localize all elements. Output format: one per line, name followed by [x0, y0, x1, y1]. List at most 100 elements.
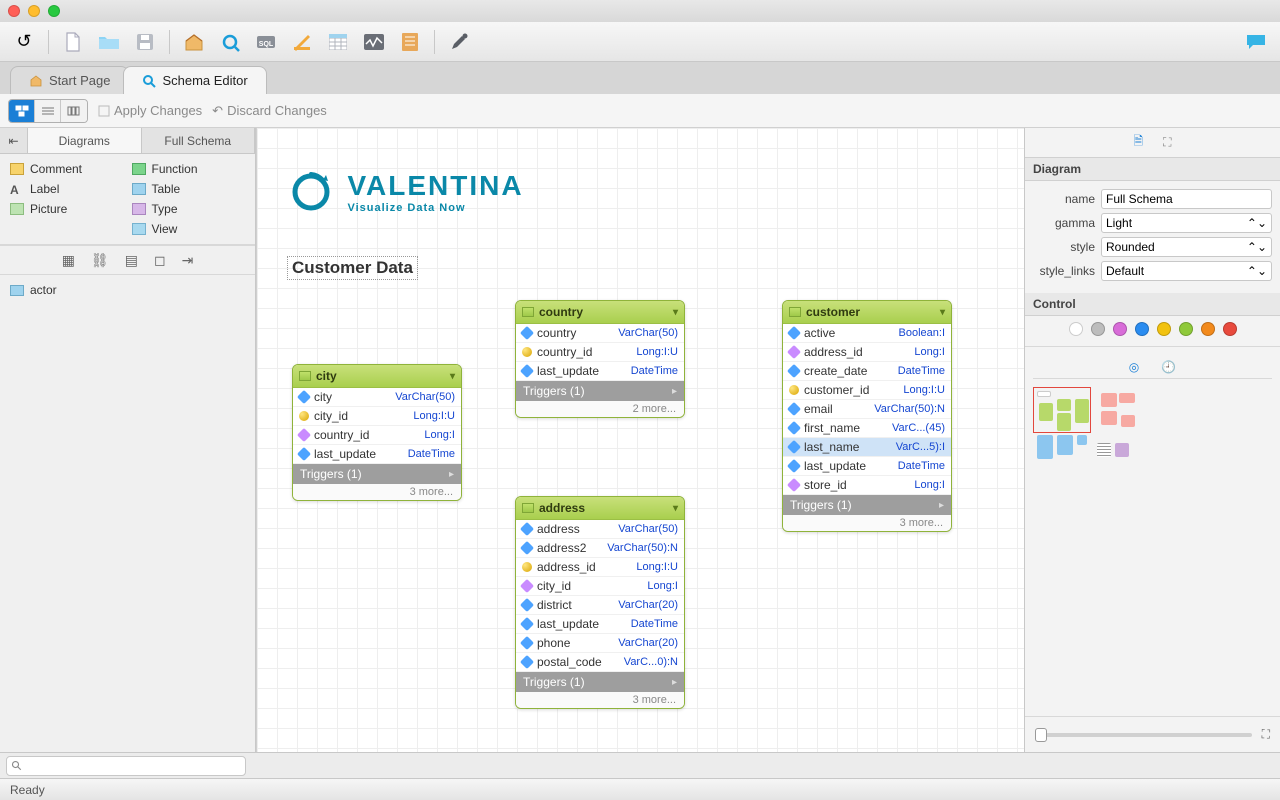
palette-type[interactable]: Type — [132, 202, 246, 216]
color-swatch[interactable] — [1069, 322, 1083, 336]
diagram-canvas[interactable]: VALENTINA Visualize Data Now Customer Da… — [256, 128, 1024, 752]
new-file-button[interactable] — [57, 26, 89, 58]
save-button[interactable] — [129, 26, 161, 58]
color-swatch[interactable] — [1113, 322, 1127, 336]
field-row[interactable]: last_updateDateTime — [516, 615, 684, 634]
tab-schema-editor[interactable]: Schema Editor — [123, 66, 266, 94]
grid-icon[interactable]: ▦ — [62, 252, 75, 269]
more-row[interactable]: 2 more... — [516, 401, 684, 417]
field-row[interactable]: countryVarChar(50) — [516, 324, 684, 343]
zoom-slider[interactable]: ⛶ — [1025, 716, 1280, 752]
view-column-icon[interactable] — [61, 100, 87, 122]
stylelinks-select[interactable]: Default⌃⌄ — [1101, 261, 1272, 281]
field-row[interactable]: customer_idLong:I:U — [783, 381, 951, 400]
inspector-tab-page-icon[interactable]: 🗎 — [1133, 132, 1143, 153]
field-row[interactable]: addressVarChar(50) — [516, 520, 684, 539]
field-row[interactable]: last_updateDateTime — [293, 445, 461, 464]
link-icon[interactable]: ⛓ — [91, 252, 109, 269]
inspector-tab-structure-icon[interactable]: ⛶ — [1163, 135, 1171, 150]
sql-button[interactable]: SQL — [250, 26, 282, 58]
color-swatch[interactable] — [1179, 322, 1193, 336]
entity-city[interactable]: city cityVarChar(50)city_idLong:I:Ucount… — [292, 364, 462, 501]
more-row[interactable]: 3 more... — [293, 484, 461, 500]
color-swatch[interactable] — [1201, 322, 1215, 336]
view-diagram-icon[interactable] — [9, 100, 35, 122]
color-swatch[interactable] — [1223, 322, 1237, 336]
field-row[interactable]: last_nameVarC...5):I — [783, 438, 951, 457]
minimap-target-icon[interactable]: ◎ — [1129, 360, 1139, 374]
open-button[interactable] — [93, 26, 125, 58]
entity-customer[interactable]: customer activeBoolean:Iaddress_idLong:I… — [782, 300, 952, 532]
color-swatch[interactable] — [1135, 322, 1149, 336]
color-swatch[interactable] — [1157, 322, 1171, 336]
minimap-canvas[interactable] — [1033, 387, 1272, 487]
close-window-icon[interactable] — [8, 5, 20, 17]
chat-button[interactable] — [1240, 26, 1272, 58]
section-label[interactable]: Customer Data — [287, 256, 418, 280]
field-row[interactable]: postal_codeVarC...0):N — [516, 653, 684, 672]
more-row[interactable]: 3 more... — [783, 515, 951, 531]
home-button[interactable] — [178, 26, 210, 58]
discard-changes-button[interactable]: ↶ Discard Changes — [212, 103, 327, 119]
palette-table[interactable]: Table — [132, 182, 246, 196]
field-row[interactable]: last_updateDateTime — [783, 457, 951, 476]
entity-country[interactable]: country countryVarChar(50)country_idLong… — [515, 300, 685, 418]
left-tab-fullschema[interactable]: Full Schema — [142, 128, 256, 153]
tree-item-actor[interactable]: actor — [10, 281, 245, 299]
field-row[interactable]: cityVarChar(50) — [293, 388, 461, 407]
left-tab-diagrams[interactable]: Diagrams — [28, 128, 142, 153]
apply-changes-button[interactable]: Apply Changes — [98, 103, 202, 118]
style-select[interactable]: Rounded⌃⌄ — [1101, 237, 1272, 257]
more-row[interactable]: 3 more... — [516, 692, 684, 708]
triggers-row[interactable]: Triggers (1) — [293, 464, 461, 484]
field-row[interactable]: country_idLong:I — [293, 426, 461, 445]
zoom-window-icon[interactable] — [48, 5, 60, 17]
tab-start-page[interactable]: Start Page — [10, 66, 129, 94]
palette-picture[interactable]: Picture — [10, 202, 124, 216]
field-row[interactable]: city_idLong:I — [516, 577, 684, 596]
grid-button[interactable] — [322, 26, 354, 58]
panel-icon[interactable]: ◻ — [154, 252, 166, 269]
palette-label[interactable]: ALabel — [10, 182, 124, 196]
expand-icon[interactable]: ⇥ — [182, 252, 194, 269]
undo-button[interactable]: ↺ — [8, 26, 40, 58]
palette-function[interactable]: Function — [132, 162, 246, 176]
search-input[interactable] — [6, 756, 246, 776]
minimize-window-icon[interactable] — [28, 5, 40, 17]
activity-button[interactable] — [358, 26, 390, 58]
fk-icon — [787, 478, 801, 492]
field-row[interactable]: emailVarChar(50):N — [783, 400, 951, 419]
field-row[interactable]: districtVarChar(20) — [516, 596, 684, 615]
field-row[interactable]: city_idLong:I:U — [293, 407, 461, 426]
gamma-select[interactable]: Light⌃⌄ — [1101, 213, 1272, 233]
field-row[interactable]: store_idLong:I — [783, 476, 951, 495]
field-row[interactable]: last_updateDateTime — [516, 362, 684, 381]
tab-label: Schema Editor — [162, 73, 247, 88]
left-collapse-button[interactable]: ⇤ — [0, 128, 28, 153]
field-row[interactable]: address2VarChar(50):N — [516, 539, 684, 558]
diagram-name-input[interactable] — [1101, 189, 1272, 209]
schema-button[interactable] — [214, 26, 246, 58]
design-button[interactable] — [286, 26, 318, 58]
view-list-icon[interactable] — [35, 100, 61, 122]
color-swatch[interactable] — [1091, 322, 1105, 336]
color-picker-button[interactable] — [443, 26, 475, 58]
field-row[interactable]: first_nameVarC...(45) — [783, 419, 951, 438]
field-row[interactable]: phoneVarChar(20) — [516, 634, 684, 653]
view-mode-segment[interactable] — [8, 99, 88, 123]
triggers-row[interactable]: Triggers (1) — [783, 495, 951, 515]
field-row[interactable]: address_idLong:I:U — [516, 558, 684, 577]
field-row[interactable]: address_idLong:I — [783, 343, 951, 362]
triggers-row[interactable]: Triggers (1) — [516, 381, 684, 401]
fit-icon[interactable]: ⛶ — [1262, 727, 1270, 742]
minimap-history-icon[interactable]: 🕘 — [1161, 360, 1176, 374]
triggers-row[interactable]: Triggers (1) — [516, 672, 684, 692]
field-row[interactable]: create_dateDateTime — [783, 362, 951, 381]
entity-address[interactable]: address addressVarChar(50)address2VarCha… — [515, 496, 685, 709]
field-row[interactable]: country_idLong:I:U — [516, 343, 684, 362]
field-row[interactable]: activeBoolean:I — [783, 324, 951, 343]
docs-button[interactable] — [394, 26, 426, 58]
palette-view[interactable]: View — [132, 222, 246, 236]
palette-comment[interactable]: Comment — [10, 162, 124, 176]
table-icon[interactable]: ▤ — [125, 252, 138, 269]
